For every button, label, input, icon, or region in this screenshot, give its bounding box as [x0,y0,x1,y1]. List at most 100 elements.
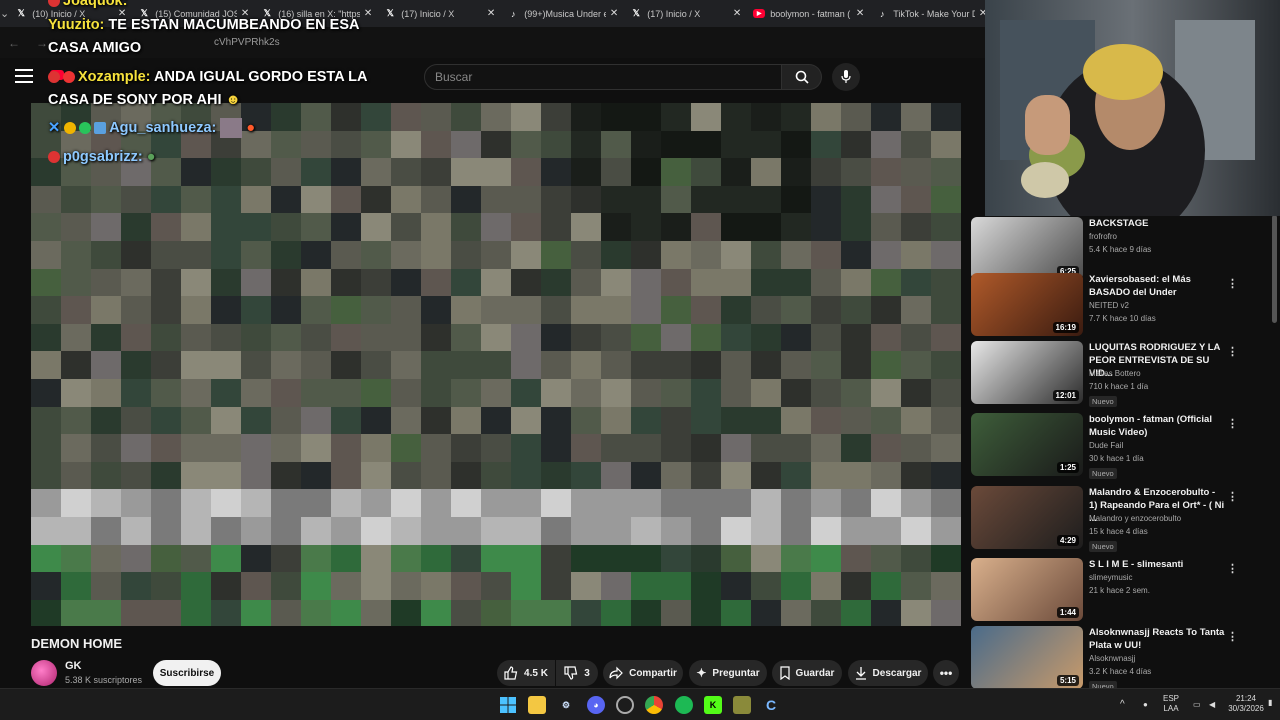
ask-button[interactable]: ✦ Preguntar [689,660,767,686]
recommended-video-title[interactable]: BACKSTAGE [1089,217,1225,230]
close-tab-icon[interactable]: ✕ [487,8,495,19]
video-thumbnail[interactable]: 4:29 [971,486,1083,549]
close-tab-icon[interactable]: ✕ [733,8,741,19]
recommended-video[interactable]: 1:44 S L I M E - slimesanti slimeymusic 21 … [971,558,1271,624]
video-pixel-block [571,434,602,463]
video-pixel-block [721,185,752,215]
more-actions-button[interactable]: ••• [933,660,959,686]
webcam-overlay [985,0,1280,216]
url-text[interactable]: cVhPVPRhk2s [214,37,280,48]
browser-tab[interactable]: ♪ (99+)Musica Under e ✕ [501,0,624,27]
channel-name[interactable]: GK [65,660,82,672]
recommended-video-title[interactable]: Alsoknwnasjj Reacts To Tanta Plata w UU! [1089,626,1225,652]
channel-avatar[interactable] [31,660,57,686]
recommended-video[interactable]: 16:19 Xaviersobased: el Más BASADO del Un… [971,273,1271,339]
language-indicator[interactable]: ESP LAA [1163,694,1179,714]
close-tab-icon[interactable]: ✕ [118,8,126,19]
video-pixel-block [421,185,452,215]
download-button[interactable]: Descargar [848,660,928,686]
volume-icon[interactable]: ◀ [1209,700,1215,710]
discord-icon[interactable]: ◕ [587,696,605,714]
video-thumbnail[interactable]: 16:19 [971,273,1083,336]
tray-chevron-icon[interactable]: ^ [1120,700,1125,710]
search-button[interactable] [782,64,822,90]
recommended-video-title[interactable]: S L I M E - slimesanti [1089,558,1225,571]
recommended-video[interactable]: 4:29 Malandro & Enzocerobulto - 1) Rapean… [971,486,1271,552]
spotify-icon[interactable] [675,696,693,714]
app-icon[interactable] [733,696,751,714]
browser-tab[interactable]: 𝕏 (16) silla en X: "https:/ ✕ [255,0,378,27]
windows-start-icon[interactable] [499,696,517,714]
more-options-icon[interactable]: ⋮ [1227,417,1238,430]
address-bar[interactable]: ← → cVhPVPRhk2s [0,27,985,58]
video-pixel-block [91,158,122,187]
browser-tab[interactable]: 𝕏 (17) Inicio / X ✕ [624,0,747,27]
video-pixel-block [301,434,332,463]
close-tab-icon[interactable]: ✕ [856,8,864,19]
more-options-icon[interactable]: ⋮ [1227,345,1238,358]
like-button[interactable]: 4.5 K [497,660,555,686]
menu-icon[interactable] [15,69,33,83]
video-pixel-block [721,130,752,160]
sidebar-scrollbar[interactable] [1272,215,1277,323]
video-thumbnail[interactable]: 6:25 [971,217,1083,280]
more-options-icon[interactable]: ⋮ [1227,630,1238,643]
steam-icon[interactable]: ⚙ [557,696,575,714]
recommended-video-channel[interactable]: Matias Bottero [1089,369,1141,378]
forward-arrow-icon[interactable]: → [36,36,48,50]
video-pixel-block [871,461,902,491]
network-icon[interactable]: ▭ [1193,700,1201,710]
recommended-video-channel[interactable]: Dude Fail [1089,441,1123,450]
close-tab-icon[interactable]: ✕ [241,8,249,19]
voice-search-button[interactable] [832,63,860,91]
video-pixel-block [211,517,242,546]
video-thumbnail[interactable]: 1:25 [971,413,1083,476]
recommended-video-channel[interactable]: Alsoknwnasjj [1089,654,1135,663]
video-thumbnail[interactable]: 1:44 [971,558,1083,621]
video-duration: 16:19 [1052,322,1079,333]
video-duration: 4:29 [1056,535,1079,546]
clock[interactable]: 21:24 30/3/2026 [1228,694,1264,714]
recommended-video-title[interactable]: Xaviersobased: el Más BASADO del Under [1089,273,1225,299]
video-pixel-block [361,461,392,491]
recommended-video[interactable]: 1:25 boolymon - fatman (Official Music Vi… [971,413,1271,479]
video-thumbnail[interactable]: 5:15 [971,626,1083,689]
dislike-button[interactable]: 3 [556,660,598,686]
file-explorer-icon[interactable] [528,696,546,714]
subscribe-button[interactable]: Suscribirse [153,660,221,686]
browser-tab[interactable]: ♪ TikTok - Make Your D ✕ [870,0,985,27]
back-arrow-icon[interactable]: ← [8,36,20,50]
browser-tab[interactable]: 𝕏 (17) Inicio / X ✕ [378,0,501,27]
recommended-video-channel[interactable]: frofrofro [1089,232,1117,241]
video-pixel-block [781,461,812,491]
recommended-video-title[interactable]: boolymon - fatman (Official Music Video) [1089,413,1225,439]
tab-search-chevron-icon[interactable]: ⌄ [0,0,9,27]
browser-tab[interactable]: 𝕏 (15) Comunidad JOSE ✕ [132,0,255,27]
video-pixel-block [271,489,302,518]
save-button[interactable]: Guardar [772,660,842,686]
search-input[interactable]: Buscar [424,64,782,90]
close-tab-icon[interactable]: ✕ [610,8,618,19]
more-options-icon[interactable]: ⋮ [1227,562,1238,575]
more-options-icon[interactable]: ⋮ [1227,490,1238,503]
video-thumbnail[interactable]: 12:01 [971,341,1083,404]
obs-icon[interactable] [616,696,634,714]
browser-tab[interactable]: 𝕏 (10) Inicio / X ✕ [9,0,132,27]
recommended-video[interactable]: 12:01 LUQUITAS RODRIGUEZ Y LA PEOR ENTREV… [971,341,1271,407]
video-pixel-block [91,268,122,298]
chrome-icon[interactable] [645,696,663,714]
video-player[interactable] [31,103,961,626]
notification-icon[interactable]: ▮ [1268,698,1272,708]
recommended-video-channel[interactable]: NEITED v2 [1089,301,1129,310]
recommended-video-channel[interactable]: Malandro y enzocerobulto [1089,514,1181,523]
recommended-video[interactable]: 5:15 Alsoknwnasjj Reacts To Tanta Plata w… [971,626,1271,692]
microphone-tray-icon[interactable]: ● [1143,700,1148,710]
recommended-video-channel[interactable]: slimeymusic [1089,573,1133,582]
kick-icon[interactable]: K [704,696,722,714]
share-button[interactable]: Compartir [603,660,683,686]
youtube-logo[interactable] [50,70,64,80]
close-tab-icon[interactable]: ✕ [364,8,372,19]
browser-tab[interactable]: ▶ boolymon - fatman (✕ [747,0,870,27]
more-options-icon[interactable]: ⋮ [1227,277,1238,290]
ccleaner-icon[interactable]: C [762,696,780,714]
